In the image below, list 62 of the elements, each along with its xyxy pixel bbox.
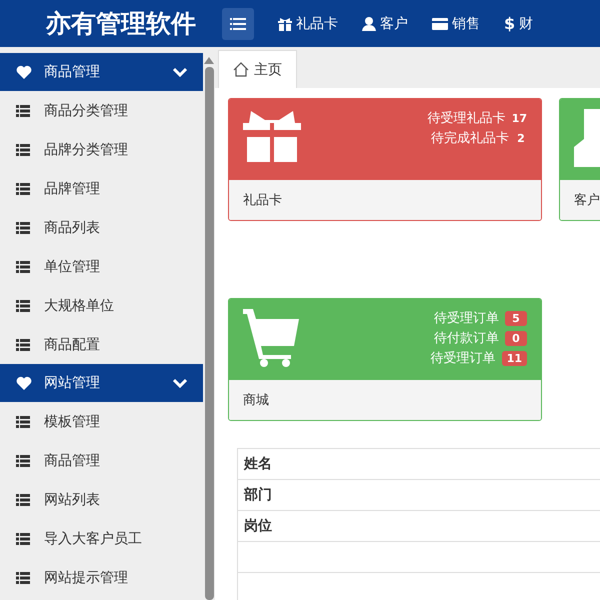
sidebar-item[interactable]: 网站列表 (0, 480, 203, 519)
stat-label: 待受理订单 (430, 350, 496, 367)
home-icon (233, 62, 249, 77)
scrollbar-thumb[interactable] (204, 67, 214, 600)
app-title: 亦有管理软件 (46, 8, 197, 40)
sidebar-item[interactable]: 单位管理 (0, 247, 203, 286)
stat-label: 待完成礼品卡 (431, 130, 509, 147)
list-icon (16, 416, 30, 428)
list-icon (16, 532, 30, 544)
stat-label: 待付款订单 (434, 330, 499, 347)
list-icon (16, 454, 30, 466)
count-badge: 11 (502, 350, 527, 366)
sidebar-item[interactable]: 导入大客户员工 (0, 519, 203, 558)
dashboard-card[interactable]: 待受理礼品卡 17 待完成礼品卡 2 礼品卡 (228, 98, 542, 221)
sidebar-item[interactable]: 模板管理 (0, 402, 203, 441)
card-title: 礼品卡 (243, 192, 282, 209)
heart-icon (16, 376, 32, 390)
card-title: 商城 (243, 392, 269, 409)
count-text: 17 (512, 112, 527, 124)
nav-link[interactable]: 礼品卡 (278, 14, 338, 32)
stat-label: 待受理订单 (434, 310, 499, 327)
gift-icon (278, 16, 292, 30)
sidebar-item[interactable]: 商品管理 (0, 441, 203, 480)
scroll-up-icon (204, 57, 214, 64)
home-tab[interactable]: 主页 (218, 50, 297, 88)
list-icon (16, 104, 30, 116)
count-text: 2 (516, 132, 526, 144)
sidebar-item[interactable]: 网站提示管理 (0, 558, 203, 597)
sidebar-item[interactable]: 品牌分类管理 (0, 130, 203, 169)
sidebar-item[interactable]: 商品列表 (0, 208, 203, 247)
heart-icon (16, 65, 32, 79)
sidebar-item[interactable]: 商品配置 (0, 325, 203, 364)
stat-label: 待受理礼品卡 (428, 110, 506, 127)
card-title: 客户 (574, 192, 600, 209)
sidebar-group-header[interactable]: 网站管理 (0, 364, 203, 402)
list-icon (16, 572, 30, 584)
list-icon (16, 260, 30, 272)
shopping-cart-icon (243, 309, 299, 367)
menu-icon (230, 18, 246, 30)
menu-button[interactable] (222, 8, 254, 40)
list-icon (16, 338, 30, 350)
list-icon (16, 494, 30, 506)
list-icon (16, 300, 30, 312)
sidebar-group-header[interactable]: 商品管理 (0, 53, 203, 91)
list-icon (16, 222, 30, 234)
table-header-cell: 岗位 (244, 517, 272, 535)
sidebar-item[interactable]: 品牌管理 (0, 169, 203, 208)
dashboard-card[interactable]: 待受理订单 5 待付款订单 0 待受理订单 11 商城 (228, 298, 542, 421)
list-icon (16, 144, 30, 156)
count-badge: 0 (505, 330, 527, 346)
scrollbar[interactable] (203, 47, 215, 600)
table-header-cell: 部门 (244, 486, 272, 504)
list-icon (16, 182, 30, 194)
table-header-cell: 姓名 (244, 455, 272, 473)
nav-link[interactable]: 客户 (362, 14, 408, 32)
nav-link[interactable]: $ 财 (504, 14, 534, 33)
sidebar-item[interactable]: 商品分类管理 (0, 91, 203, 130)
sidebar-item[interactable]: 大规格单位 (0, 286, 203, 325)
dashboard-card[interactable]: 客户 (559, 98, 600, 221)
count-badge: 5 (505, 310, 527, 326)
nav-link[interactable]: 销售 (432, 14, 480, 32)
credit-card-icon (432, 18, 448, 30)
